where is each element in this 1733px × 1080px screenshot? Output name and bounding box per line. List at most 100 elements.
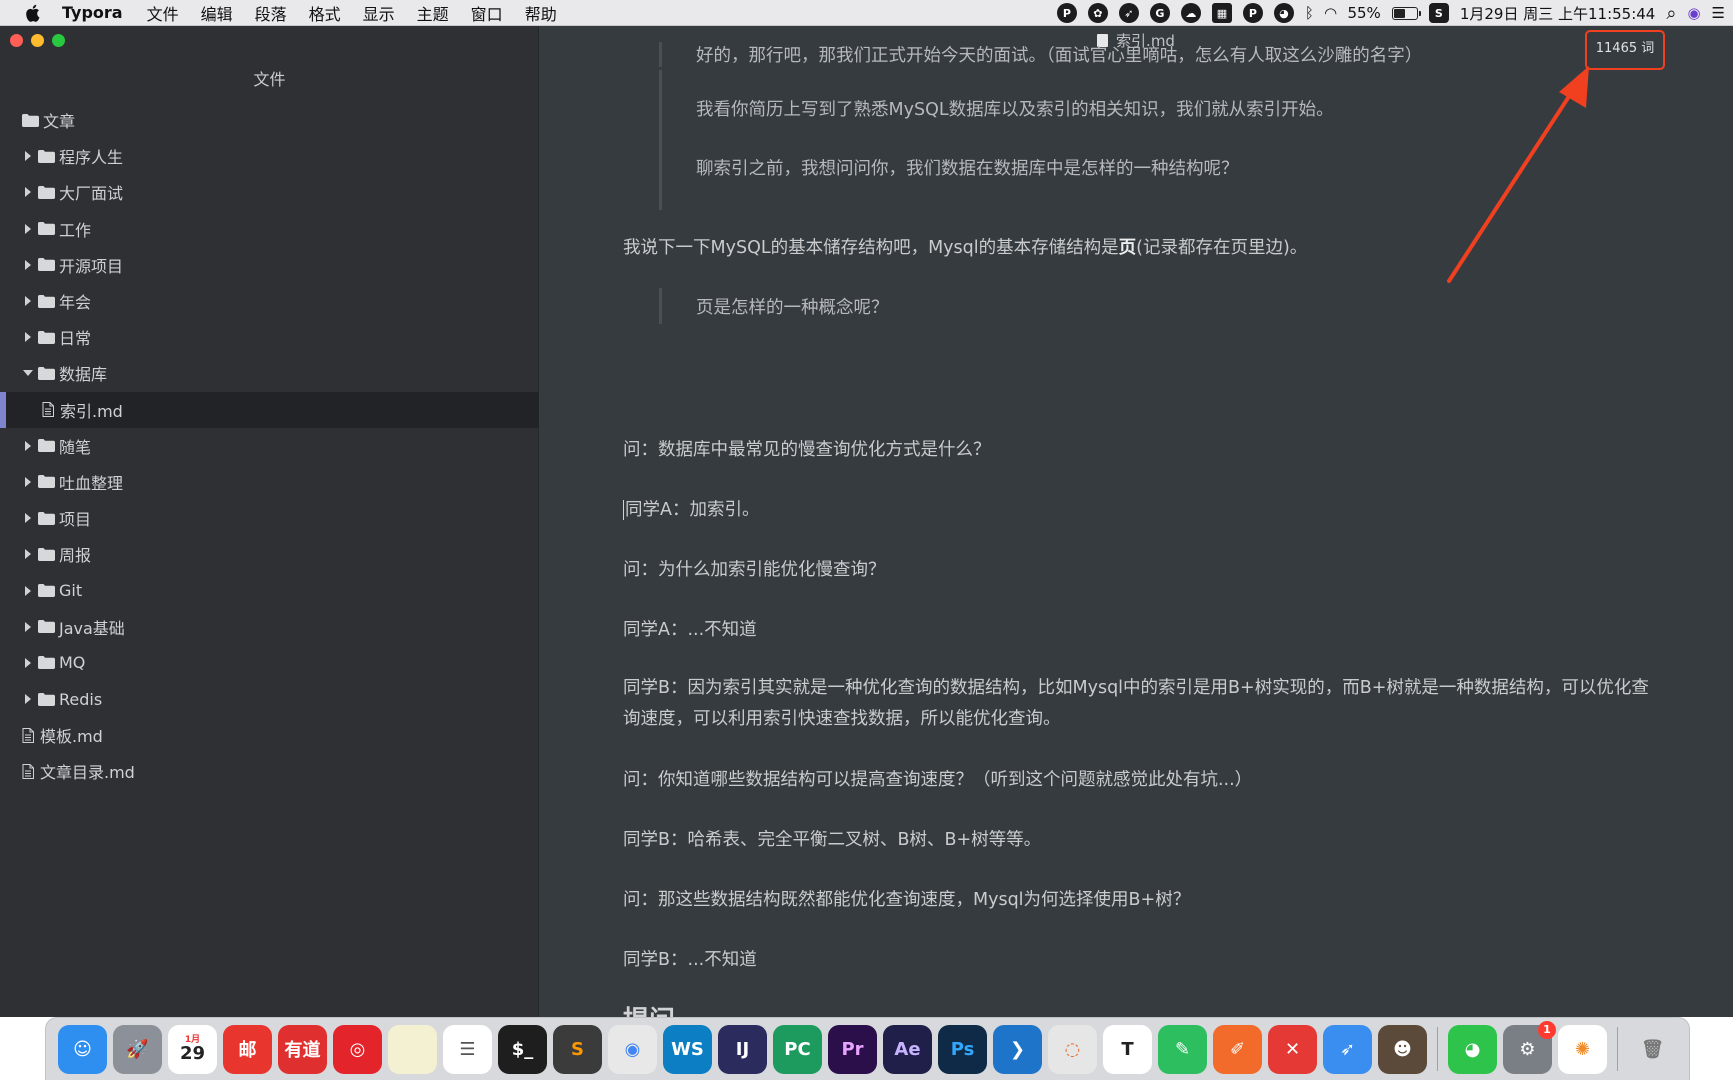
youdao-icon[interactable]: 有道 — [278, 1024, 327, 1074]
chevron-right-icon[interactable] — [22, 546, 34, 562]
finder-icon[interactable]: ☺ — [58, 1024, 107, 1074]
close-window-button[interactable] — [10, 34, 23, 47]
wechat-icon[interactable]: ◕ — [1448, 1024, 1497, 1074]
tree-folder-13[interactable]: Git — [0, 572, 539, 608]
chrome-icon[interactable]: ◉ — [608, 1024, 657, 1074]
vscode-icon[interactable]: ❯ — [993, 1024, 1042, 1074]
evernote-icon[interactable]: ✎ — [1158, 1024, 1207, 1074]
mail-app-icon[interactable]: 邮 — [223, 1024, 272, 1074]
apple-icon[interactable] — [26, 4, 42, 22]
chevron-right-icon[interactable] — [22, 691, 34, 707]
folder-icon — [38, 692, 55, 706]
grammarly-icon[interactable]: G — [1149, 3, 1170, 23]
tree-folder-1[interactable]: 程序人生 — [0, 138, 539, 174]
chevron-right-icon[interactable] — [22, 221, 34, 237]
menu-theme[interactable]: 主题 — [417, 1, 449, 25]
dock: ☺ 🚀 1月 29 邮 有道 ◎ ☰ $_ S ◉ WS IJ PC Pr Ae Ps ❯ ◌ T ✎ ✐ ✕ ➶ ☻ ◕ ⚙ 1 ✺ 🗑 — [45, 1017, 1690, 1080]
grid-icon[interactable]: ▦ — [1211, 3, 1232, 23]
document-file-icon — [22, 763, 34, 779]
tree-folder-7[interactable]: 数据库 — [0, 355, 539, 391]
clock[interactable]: 1月29日 周三 上午11:55:44 — [1460, 3, 1656, 24]
pycharm-icon[interactable]: PC — [773, 1024, 822, 1074]
bluetooth-icon[interactable]: ᛒ — [1305, 4, 1314, 22]
editor-pane[interactable]: 索引.md 11465 词 好的，那行吧，那我们正式开始今天的面试。（面试官心里… — [539, 26, 1733, 1017]
sublime-text-icon[interactable]: S — [553, 1024, 602, 1074]
terminal-icon[interactable]: $_ — [498, 1024, 547, 1074]
menu-help[interactable]: 帮助 — [525, 1, 557, 25]
premiere-icon[interactable]: Pr — [828, 1024, 877, 1074]
chevron-right-icon[interactable] — [22, 510, 34, 526]
photoshop-icon[interactable]: Ps — [938, 1024, 987, 1074]
tree-folder-14[interactable]: Java基础 — [0, 609, 539, 645]
zoom-window-button[interactable] — [52, 34, 65, 47]
after-effects-icon[interactable]: Ae — [883, 1024, 932, 1074]
wifi-icon[interactable]: ◠ — [1325, 4, 1337, 22]
wechat-status-icon[interactable]: ◕ — [1273, 3, 1294, 23]
rocket-status-icon[interactable]: ➶ — [1118, 3, 1139, 23]
menu-window[interactable]: 窗口 — [471, 1, 503, 25]
paw-icon[interactable]: ✐ — [1213, 1024, 1262, 1074]
chevron-right-icon[interactable] — [22, 184, 34, 200]
minimize-window-button[interactable] — [31, 34, 44, 47]
tree-folder-6[interactable]: 日常 — [0, 319, 539, 355]
bold-text: 页 — [1118, 238, 1137, 258]
tree-item-label: 吐血整理 — [59, 473, 124, 493]
chevron-right-icon[interactable] — [22, 474, 34, 490]
photos-icon[interactable]: ✺ — [1558, 1024, 1607, 1074]
webstorm-icon[interactable]: WS — [663, 1024, 712, 1074]
tree-folder-15[interactable]: MQ — [0, 645, 539, 681]
cloud-icon[interactable]: ☁ — [1180, 3, 1201, 23]
typora-icon[interactable]: T — [1103, 1024, 1152, 1074]
xmind-icon[interactable]: ✕ — [1268, 1024, 1317, 1074]
tree-folder-0[interactable]: 文章 — [0, 102, 539, 138]
chevron-right-icon[interactable] — [22, 619, 34, 635]
trash-icon[interactable]: 🗑 — [1628, 1024, 1677, 1074]
pp-icon[interactable]: P — [1056, 3, 1077, 23]
tree-folder-4[interactable]: 开源项目 — [0, 247, 539, 283]
netease-music-icon[interactable]: ◎ — [333, 1024, 382, 1074]
tree-folder-10[interactable]: 吐血整理 — [0, 464, 539, 500]
chevron-right-icon[interactable] — [22, 583, 34, 599]
tree-file-17[interactable]: 模板.md — [0, 717, 539, 753]
p-badge-icon[interactable]: P — [1242, 3, 1263, 23]
swirl-icon[interactable]: ✿ — [1087, 3, 1108, 23]
menu-paragraph[interactable]: 段落 — [255, 1, 287, 25]
app-menu-typora[interactable]: Typora — [62, 3, 123, 22]
tree-file-18[interactable]: 文章目录.md — [0, 753, 539, 789]
menu-file[interactable]: 文件 — [147, 1, 179, 25]
siri-icon[interactable]: ◉ — [1687, 4, 1700, 22]
chevron-right-icon[interactable] — [22, 148, 34, 164]
tree-file-8[interactable]: 索引.md — [0, 391, 539, 428]
tree-folder-11[interactable]: 项目 — [0, 500, 539, 536]
chevron-right-icon[interactable] — [22, 438, 34, 454]
folder-icon — [22, 113, 39, 127]
spotlight-search-icon[interactable]: ⌕ — [1666, 3, 1676, 24]
notes-icon[interactable] — [388, 1024, 437, 1074]
chevron-right-icon[interactable] — [22, 329, 34, 345]
rainbow-app-icon[interactable]: ◌ — [1048, 1024, 1097, 1074]
chevron-down-icon[interactable] — [22, 365, 34, 381]
chevron-right-icon[interactable] — [22, 655, 34, 671]
menu-edit[interactable]: 编辑 — [201, 1, 233, 25]
intellij-icon[interactable]: IJ — [718, 1024, 767, 1074]
alfred-icon[interactable]: ☻ — [1378, 1024, 1427, 1074]
tree-folder-3[interactable]: 工作 — [0, 211, 539, 247]
calendar-icon[interactable]: 1月 29 — [168, 1024, 217, 1074]
reminders-icon[interactable]: ☰ — [443, 1024, 492, 1074]
dock-icon-glyph: ✎ — [1174, 1038, 1191, 1060]
launchpad-icon[interactable]: 🚀 — [113, 1024, 162, 1074]
menu-view[interactable]: 显示 — [363, 1, 395, 25]
system-preferences-icon[interactable]: ⚙ 1 — [1503, 1020, 1556, 1074]
tree-folder-16[interactable]: Redis — [0, 681, 539, 717]
tree-folder-9[interactable]: 随笔 — [0, 428, 539, 464]
scrivener-icon[interactable]: S — [1428, 3, 1449, 23]
rocket-app-icon[interactable]: ➶ — [1323, 1024, 1372, 1074]
menu-format[interactable]: 格式 — [309, 1, 341, 25]
notification-center-icon[interactable]: ☰ — [1712, 4, 1725, 22]
tree-folder-12[interactable]: 周报 — [0, 536, 539, 572]
battery-icon[interactable] — [1391, 6, 1421, 20]
chevron-right-icon[interactable] — [22, 293, 34, 309]
chevron-right-icon[interactable] — [22, 257, 34, 273]
tree-folder-2[interactable]: 大厂面试 — [0, 174, 539, 210]
tree-folder-5[interactable]: 年会 — [0, 283, 539, 319]
